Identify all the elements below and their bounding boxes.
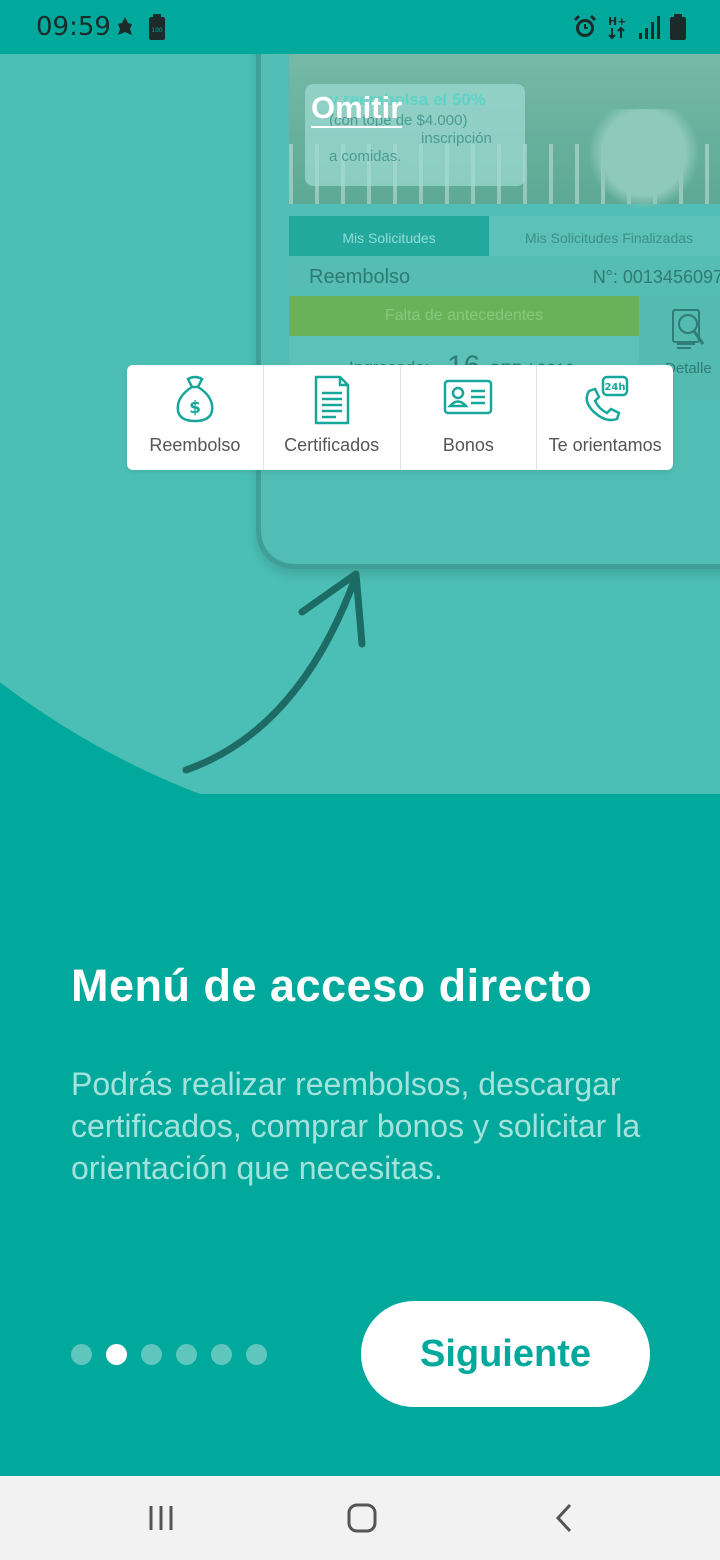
svg-text:H+: H+ (608, 15, 626, 28)
next-button[interactable]: Siguiente (361, 1301, 650, 1407)
onboarding-description: Podrás realizar reembolsos, descargar ce… (71, 1066, 641, 1186)
banner-line-4: a comidas. (329, 148, 402, 165)
page-indicator (71, 1344, 267, 1365)
request-number: N°: 0013456097 (592, 267, 720, 287)
quick-menu-te-orientamos: 24h Te orientamos (537, 365, 673, 470)
quick-menu-label: Te orientamos (548, 435, 662, 455)
svg-text:100: 100 (151, 27, 163, 34)
back-icon (555, 1503, 572, 1533)
arrow-illustration-icon (182, 570, 366, 774)
page-dot-active (106, 1344, 127, 1365)
quick-menu-certificados: Certificados (264, 365, 401, 470)
back-button[interactable] (534, 1496, 594, 1540)
page-dot (141, 1344, 162, 1365)
banner-person-image (579, 109, 709, 219)
tab-mis-solicitudes-finalizadas: Mis Solicitudes Finalizadas (489, 216, 720, 256)
network-h-plus-icon: H+ (608, 14, 628, 45)
document-icon (312, 375, 352, 430)
recents-button[interactable] (131, 1496, 191, 1540)
detail-search-icon (669, 306, 707, 357)
tab-mis-solicitudes: Mis Solicitudes (289, 216, 489, 256)
quick-menu-bonos: Bonos (401, 365, 538, 470)
quick-menu-label: Bonos (442, 435, 494, 455)
recents-icon (149, 1506, 173, 1530)
phone-24h-icon: 24h (581, 375, 629, 430)
home-button[interactable] (332, 1496, 392, 1540)
phone-mockup: y reembolsa el 50% (con tope de $4.000) … (256, 54, 720, 569)
request-row: Reembolso N°: 0013456097 (289, 258, 720, 294)
request-status: Falta de antecedentes (289, 296, 639, 336)
onboarding-title: Menú de acceso directo (71, 960, 593, 1011)
page-dot (211, 1344, 232, 1365)
money-bag-icon: $ (172, 375, 218, 430)
banner-line-3: inscripción (421, 130, 492, 147)
quick-menu-label: Reembolso (149, 435, 241, 455)
svg-text:24h: 24h (605, 382, 626, 393)
quick-menu-reembolso: $ Reembolso (127, 365, 264, 470)
page-dot (71, 1344, 92, 1365)
status-time: 09:59 (36, 12, 111, 42)
status-bar: 09:59 100 H+ (0, 0, 720, 54)
battery-icon (670, 14, 686, 45)
home-icon (347, 1503, 377, 1533)
alarm-icon (572, 14, 598, 45)
page-dot (176, 1344, 197, 1365)
page-dot (246, 1344, 267, 1365)
signal-icon (638, 15, 660, 44)
id-card-icon (443, 375, 493, 422)
quick-menu-label: Certificados (284, 435, 380, 455)
svg-text:$: $ (189, 398, 201, 418)
battery-saver-icon: 100 (148, 14, 166, 45)
quick-access-menu: $ Reembolso Certificados Bonos 24h Te or… (127, 365, 673, 470)
mockup-tabs: Mis Solicitudes Mis Solicitudes Finaliza… (289, 216, 720, 256)
android-debug-icon (114, 15, 136, 44)
system-nav-bar (0, 1476, 720, 1560)
request-type: Reembolso (309, 266, 411, 288)
skip-link[interactable]: Omitir (311, 90, 403, 128)
